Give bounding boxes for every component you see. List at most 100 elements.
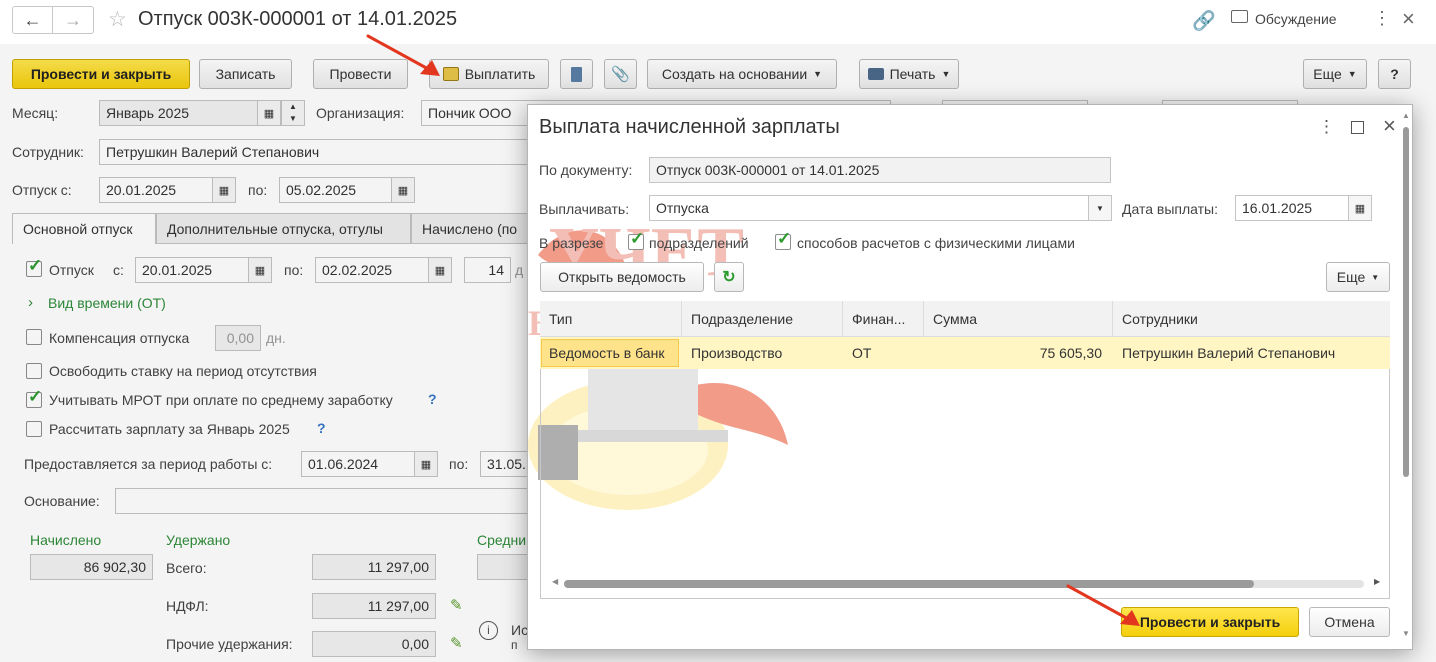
tab-label: Дополнительные отпуска, отгулы — [167, 220, 383, 237]
report-button[interactable] — [560, 59, 593, 89]
col-dept[interactable]: Подразделение — [682, 301, 842, 336]
create-basis-button[interactable]: Создать на основании ▼ — [647, 59, 837, 89]
pencil-icon[interactable]: ✎ — [450, 596, 463, 614]
discussion-icon[interactable] — [1231, 10, 1248, 23]
compensation-label: Компенсация отпуска — [49, 330, 190, 346]
vacation-to-field[interactable]: 05.02.2025 — [279, 177, 392, 203]
basis-label: Основание: — [24, 493, 100, 509]
arrow-right-icon: → — [64, 9, 82, 30]
dialog-more-button[interactable]: Еще ▼ — [1326, 262, 1390, 292]
forward-button[interactable]: → — [53, 7, 93, 33]
v-scrollbar-thumb[interactable] — [1403, 127, 1409, 477]
compensation-checkbox[interactable] — [26, 329, 42, 345]
nav-back-forward: ← → — [12, 6, 94, 34]
calc-salary-checkbox[interactable] — [26, 421, 42, 437]
vacation-from-field[interactable]: 20.01.2025 — [99, 177, 213, 203]
attach-button[interactable]: 📎 — [604, 59, 637, 89]
pencil-icon[interactable]: ✎ — [450, 634, 463, 652]
by-method-checkbox[interactable]: ✓ — [775, 230, 791, 250]
pay-by-label: Выплачивать: — [539, 201, 630, 217]
open-statement-button[interactable]: Открыть ведомость — [540, 262, 704, 292]
col-type[interactable]: Тип — [540, 301, 681, 336]
scroll-left-icon[interactable]: ◀ — [552, 577, 558, 586]
compensation-field[interactable]: 0,00 — [215, 325, 261, 351]
calendar-icon: ▦ — [1354, 202, 1366, 215]
vac-from-calendar[interactable]: ▦ — [248, 257, 272, 283]
tab-additional-vacations[interactable]: Дополнительные отпуска, отгулы — [156, 213, 411, 243]
tab-accrued[interactable]: Начислено (по — [411, 213, 531, 243]
mrot-checkbox[interactable]: ✓ — [26, 388, 42, 408]
save-label: Записать — [215, 66, 276, 82]
more-button[interactable]: Еще ▼ — [1303, 59, 1367, 89]
v-scrollbar[interactable]: ▲ ▼ — [1402, 111, 1410, 641]
by-dept-checkbox[interactable]: ✓ — [628, 230, 644, 250]
post-close-button[interactable]: Провести и закрыть — [12, 59, 190, 89]
help-label: ? — [1390, 66, 1399, 82]
open-statement-label: Открыть ведомость — [558, 269, 686, 285]
help-icon[interactable]: ? — [428, 391, 437, 407]
accrued-value: 86 902,30 — [30, 554, 153, 580]
period-from-field[interactable]: 01.06.2024 — [301, 451, 415, 477]
pay-by-field[interactable]: Отпуска — [649, 195, 1089, 221]
dialog-title: Выплата начисленной зарплаты — [539, 116, 840, 138]
chevron-down-icon: ▼ — [1096, 203, 1104, 213]
vac-from-field[interactable]: 20.01.2025 — [135, 257, 249, 283]
basis-field[interactable] — [115, 488, 535, 514]
vacation-from-label: Отпуск с: — [12, 182, 72, 198]
print-label: Печать — [889, 66, 936, 82]
close-icon[interactable]: × — [1383, 113, 1396, 139]
scroll-down-icon[interactable]: ▼ — [1402, 629, 1410, 638]
vac-to-calendar[interactable]: ▦ — [428, 257, 452, 283]
favorite-star-icon[interactable]: ☆ — [108, 7, 127, 32]
vacation-checkbox[interactable]: ✓ — [26, 257, 42, 277]
discussion-link[interactable]: Обсуждение — [1255, 11, 1337, 27]
table-row[interactable]: Ведомость в банк Производство ОТ 75 605,… — [540, 337, 1390, 369]
month-calendar-button[interactable]: ▦ — [257, 100, 281, 126]
period-from-calendar[interactable]: ▦ — [414, 451, 438, 477]
more-vert-icon[interactable]: ⋮ — [1318, 117, 1335, 137]
vac-to-field[interactable]: 02.02.2025 — [315, 257, 429, 283]
link-icon[interactable]: 🔗 — [1192, 9, 1216, 33]
save-button[interactable]: Записать — [199, 59, 292, 89]
print-button[interactable]: Печать ▼ — [859, 59, 959, 89]
scroll-up-icon[interactable]: ▲ — [1402, 111, 1410, 120]
days-field[interactable]: 14 — [464, 257, 511, 283]
help-button[interactable]: ? — [1378, 59, 1411, 89]
pay-label: Выплатить — [464, 66, 536, 82]
col-employees[interactable]: Сотрудники — [1113, 301, 1390, 336]
more-vert-icon[interactable]: ⋮ — [1373, 8, 1391, 29]
refresh-button[interactable]: ↻ — [714, 262, 744, 292]
h-scrollbar-thumb[interactable] — [564, 580, 1254, 588]
maximize-icon[interactable] — [1351, 121, 1364, 134]
cancel-button[interactable]: Отмена — [1309, 607, 1390, 637]
arrow-left-icon: ← — [23, 9, 42, 30]
ndfl-label: НДФЛ: — [166, 598, 209, 614]
cell-type[interactable]: Ведомость в банк — [541, 339, 679, 367]
tab-label: Начислено (по — [422, 220, 518, 237]
vac-from-label: с: — [113, 262, 124, 278]
close-icon[interactable]: × — [1402, 6, 1415, 32]
pay-date-calendar[interactable]: ▦ — [1348, 195, 1372, 221]
tab-main-vacation[interactable]: Основной отпуск — [12, 213, 156, 244]
pay-by-dropdown[interactable]: ▼ — [1088, 195, 1112, 221]
pay-date-field[interactable]: 16.01.2025 — [1235, 195, 1349, 221]
col-sum[interactable]: Сумма — [924, 301, 1112, 336]
month-spinner[interactable]: ▲ ▼ — [281, 100, 305, 126]
vacation-to-calendar[interactable]: ▦ — [391, 177, 415, 203]
chevron-down-icon: ▼ — [1347, 69, 1357, 79]
free-rate-label: Освободить ставку на период отсутствия — [49, 363, 317, 379]
scroll-right-icon[interactable]: ▶ — [1374, 577, 1380, 586]
chevron-right-icon: › — [28, 294, 33, 311]
back-button[interactable]: ← — [13, 7, 53, 33]
col-fin[interactable]: Финан... — [843, 301, 923, 336]
printer-icon — [867, 68, 884, 80]
month-field[interactable]: Январь 2025 — [99, 100, 258, 126]
h-scrollbar[interactable] — [564, 580, 1364, 588]
vacation-from-calendar[interactable]: ▦ — [212, 177, 236, 203]
free-rate-checkbox[interactable] — [26, 363, 42, 379]
help-icon[interactable]: ? — [317, 420, 326, 436]
annotation-arrow-pay — [366, 34, 440, 76]
withheld-label: Удержано — [166, 532, 231, 548]
employee-field[interactable]: Петрушкин Валерий Степанович — [99, 139, 539, 165]
time-kind-link[interactable]: Вид времени (ОТ) — [48, 295, 166, 311]
